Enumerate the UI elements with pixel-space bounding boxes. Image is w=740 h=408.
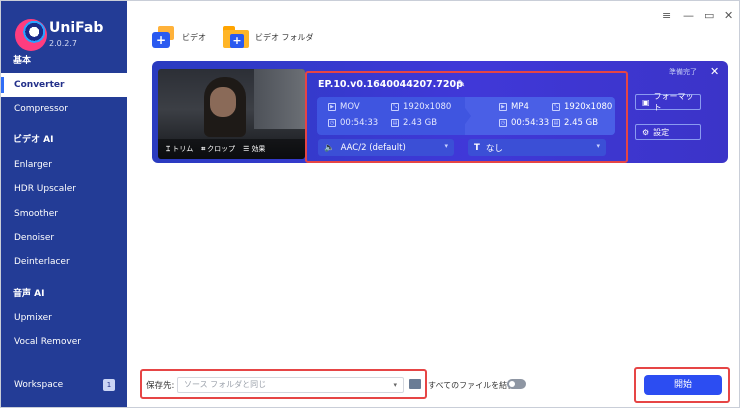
sidebar-item-converter[interactable]: Converter <box>1 73 127 97</box>
workspace-count-badge: 1 <box>103 379 115 391</box>
merge-toggle[interactable] <box>507 379 526 389</box>
sidebar-item-workspace[interactable]: Workspace 1 <box>1 373 127 397</box>
file-icon: ▤ <box>391 119 399 127</box>
add-video-icon: + <box>152 26 176 48</box>
sidebar: UniFab 2.0.2.7 基本 Converter Compressor ビ… <box>1 1 127 407</box>
section-basic: 基本 <box>13 56 32 66</box>
source-format: ▶ MOV <box>328 102 360 112</box>
remove-task-icon[interactable]: ✕ <box>710 65 719 78</box>
settings-button-label: 設定 <box>653 127 670 137</box>
section-audio-ai: 音声 AI <box>13 289 45 299</box>
add-folder-label: ビデオ フォルダ <box>255 32 314 42</box>
maximize-icon[interactable]: ▭ <box>704 9 714 22</box>
sidebar-item-enlarger[interactable]: Enlarger <box>1 153 127 177</box>
add-video-label: ビデオ <box>182 32 206 42</box>
chevron-down-icon: ▾ <box>596 142 600 150</box>
sidebar-item-upmixer[interactable]: Upmixer <box>1 306 127 330</box>
edit-pencil-icon[interactable]: ✎ <box>457 79 465 90</box>
effect-icon: ☰ <box>243 145 250 153</box>
format-icon: ▶ <box>499 103 507 111</box>
audio-track-select[interactable]: 🔈 AAC/2 (default) ▾ <box>318 139 454 156</box>
trim-icon: ⌶ <box>166 144 171 153</box>
merge-all-label: すべてのファイルを結合 <box>428 381 516 390</box>
trim-label: トリム <box>172 145 194 153</box>
format-button[interactable]: ▣ フォーマット <box>635 92 701 112</box>
clock-icon: ◷ <box>499 119 507 127</box>
save-path-select[interactable]: ソース フォルダと同じ ▾ <box>177 377 404 393</box>
save-path-label: 保存先: <box>146 381 175 391</box>
trim-button[interactable]: ⌶ トリム <box>166 144 193 154</box>
target-format: ▶ MP4 <box>499 102 529 112</box>
source-duration-value: 00:54:33 <box>340 118 379 128</box>
crop-label: クロップ <box>207 145 236 153</box>
settings-button[interactable]: ⚙ 設定 <box>635 124 701 140</box>
format-button-label: フォーマット <box>653 92 694 112</box>
subtitle-select[interactable]: T なし ▾ <box>468 139 606 156</box>
target-size-value: 2.45 GB <box>564 118 599 128</box>
source-size: ▤ 2.43 GB <box>391 118 437 128</box>
video-thumbnail[interactable]: ⌶ トリム ⌗ クロップ ☰ 効果 <box>158 69 305 159</box>
add-video-button[interactable]: + ビデオ <box>152 25 206 49</box>
source-resolution-value: 1920x1080 <box>403 102 452 112</box>
brand-name: UniFab <box>49 20 104 36</box>
open-folder-icon[interactable] <box>409 379 421 389</box>
task-status: 準備完了 <box>669 68 697 76</box>
minimize-icon[interactable]: — <box>683 9 694 22</box>
subtitle-value: なし <box>485 143 503 154</box>
sidebar-item-compressor[interactable]: Compressor <box>1 97 127 121</box>
version-label: 2.0.2.7 <box>49 39 77 48</box>
task-filename: EP.10.v0.1640044207.720p <box>318 79 463 90</box>
target-duration: ◷ 00:54:33 <box>499 118 549 128</box>
resolution-icon: ⤡ <box>391 103 399 111</box>
audio-track-value: AAC/2 (default) <box>340 142 406 153</box>
effect-button[interactable]: ☰ 効果 <box>243 144 265 154</box>
target-format-value: MP4 <box>511 102 529 112</box>
film-icon: ▣ <box>642 97 650 107</box>
section-video-ai: ビデオ AI <box>13 135 54 145</box>
effect-label: 効果 <box>251 145 266 153</box>
close-icon[interactable]: ✕ <box>724 9 733 22</box>
target-resolution-value: 1920x1080 <box>564 102 613 112</box>
sidebar-item-smoother[interactable]: Smoother <box>1 202 127 226</box>
source-format-value: MOV <box>340 102 360 112</box>
menu-icon[interactable]: ≡ <box>662 9 671 22</box>
gear-icon: ⚙ <box>642 127 650 137</box>
crop-button[interactable]: ⌗ クロップ <box>201 144 235 154</box>
target-resolution: ⤡ 1920x1080 <box>552 102 612 112</box>
crop-icon: ⌗ <box>201 144 206 153</box>
chevron-down-icon: ▾ <box>393 381 397 389</box>
speaker-icon: 🔈 <box>324 142 335 153</box>
save-path-value: ソース フォルダと同じ <box>184 380 267 389</box>
add-folder-icon: + <box>223 26 249 48</box>
source-resolution: ⤡ 1920x1080 <box>391 102 451 112</box>
target-duration-value: 00:54:33 <box>511 118 550 128</box>
target-size: ▤ 2.45 GB <box>552 118 598 128</box>
sidebar-item-denoiser[interactable]: Denoiser <box>1 226 127 250</box>
source-duration: ◷ 00:54:33 <box>328 118 378 128</box>
start-button[interactable]: 開始 <box>644 375 722 395</box>
resolution-icon: ⤡ <box>552 103 560 111</box>
app-window: UniFab 2.0.2.7 基本 Converter Compressor ビ… <box>0 0 740 408</box>
text-icon: T <box>474 142 480 153</box>
workspace-label: Workspace <box>14 380 64 390</box>
clock-icon: ◷ <box>328 119 336 127</box>
source-size-value: 2.43 GB <box>403 118 438 128</box>
sidebar-item-deinterlacer[interactable]: Deinterlacer <box>1 250 127 274</box>
format-icon: ▶ <box>328 103 336 111</box>
chevron-down-icon: ▾ <box>444 142 448 150</box>
add-folder-button[interactable]: + ビデオ フォルダ <box>223 25 314 49</box>
unifab-logo-icon <box>15 19 47 51</box>
thumbnail-toolbar: ⌶ トリム ⌗ クロップ ☰ 効果 <box>158 139 305 159</box>
sidebar-item-vocal-remover[interactable]: Vocal Remover <box>1 330 127 354</box>
sidebar-item-hdr-upscaler[interactable]: HDR Upscaler <box>1 177 127 201</box>
file-icon: ▤ <box>552 119 560 127</box>
